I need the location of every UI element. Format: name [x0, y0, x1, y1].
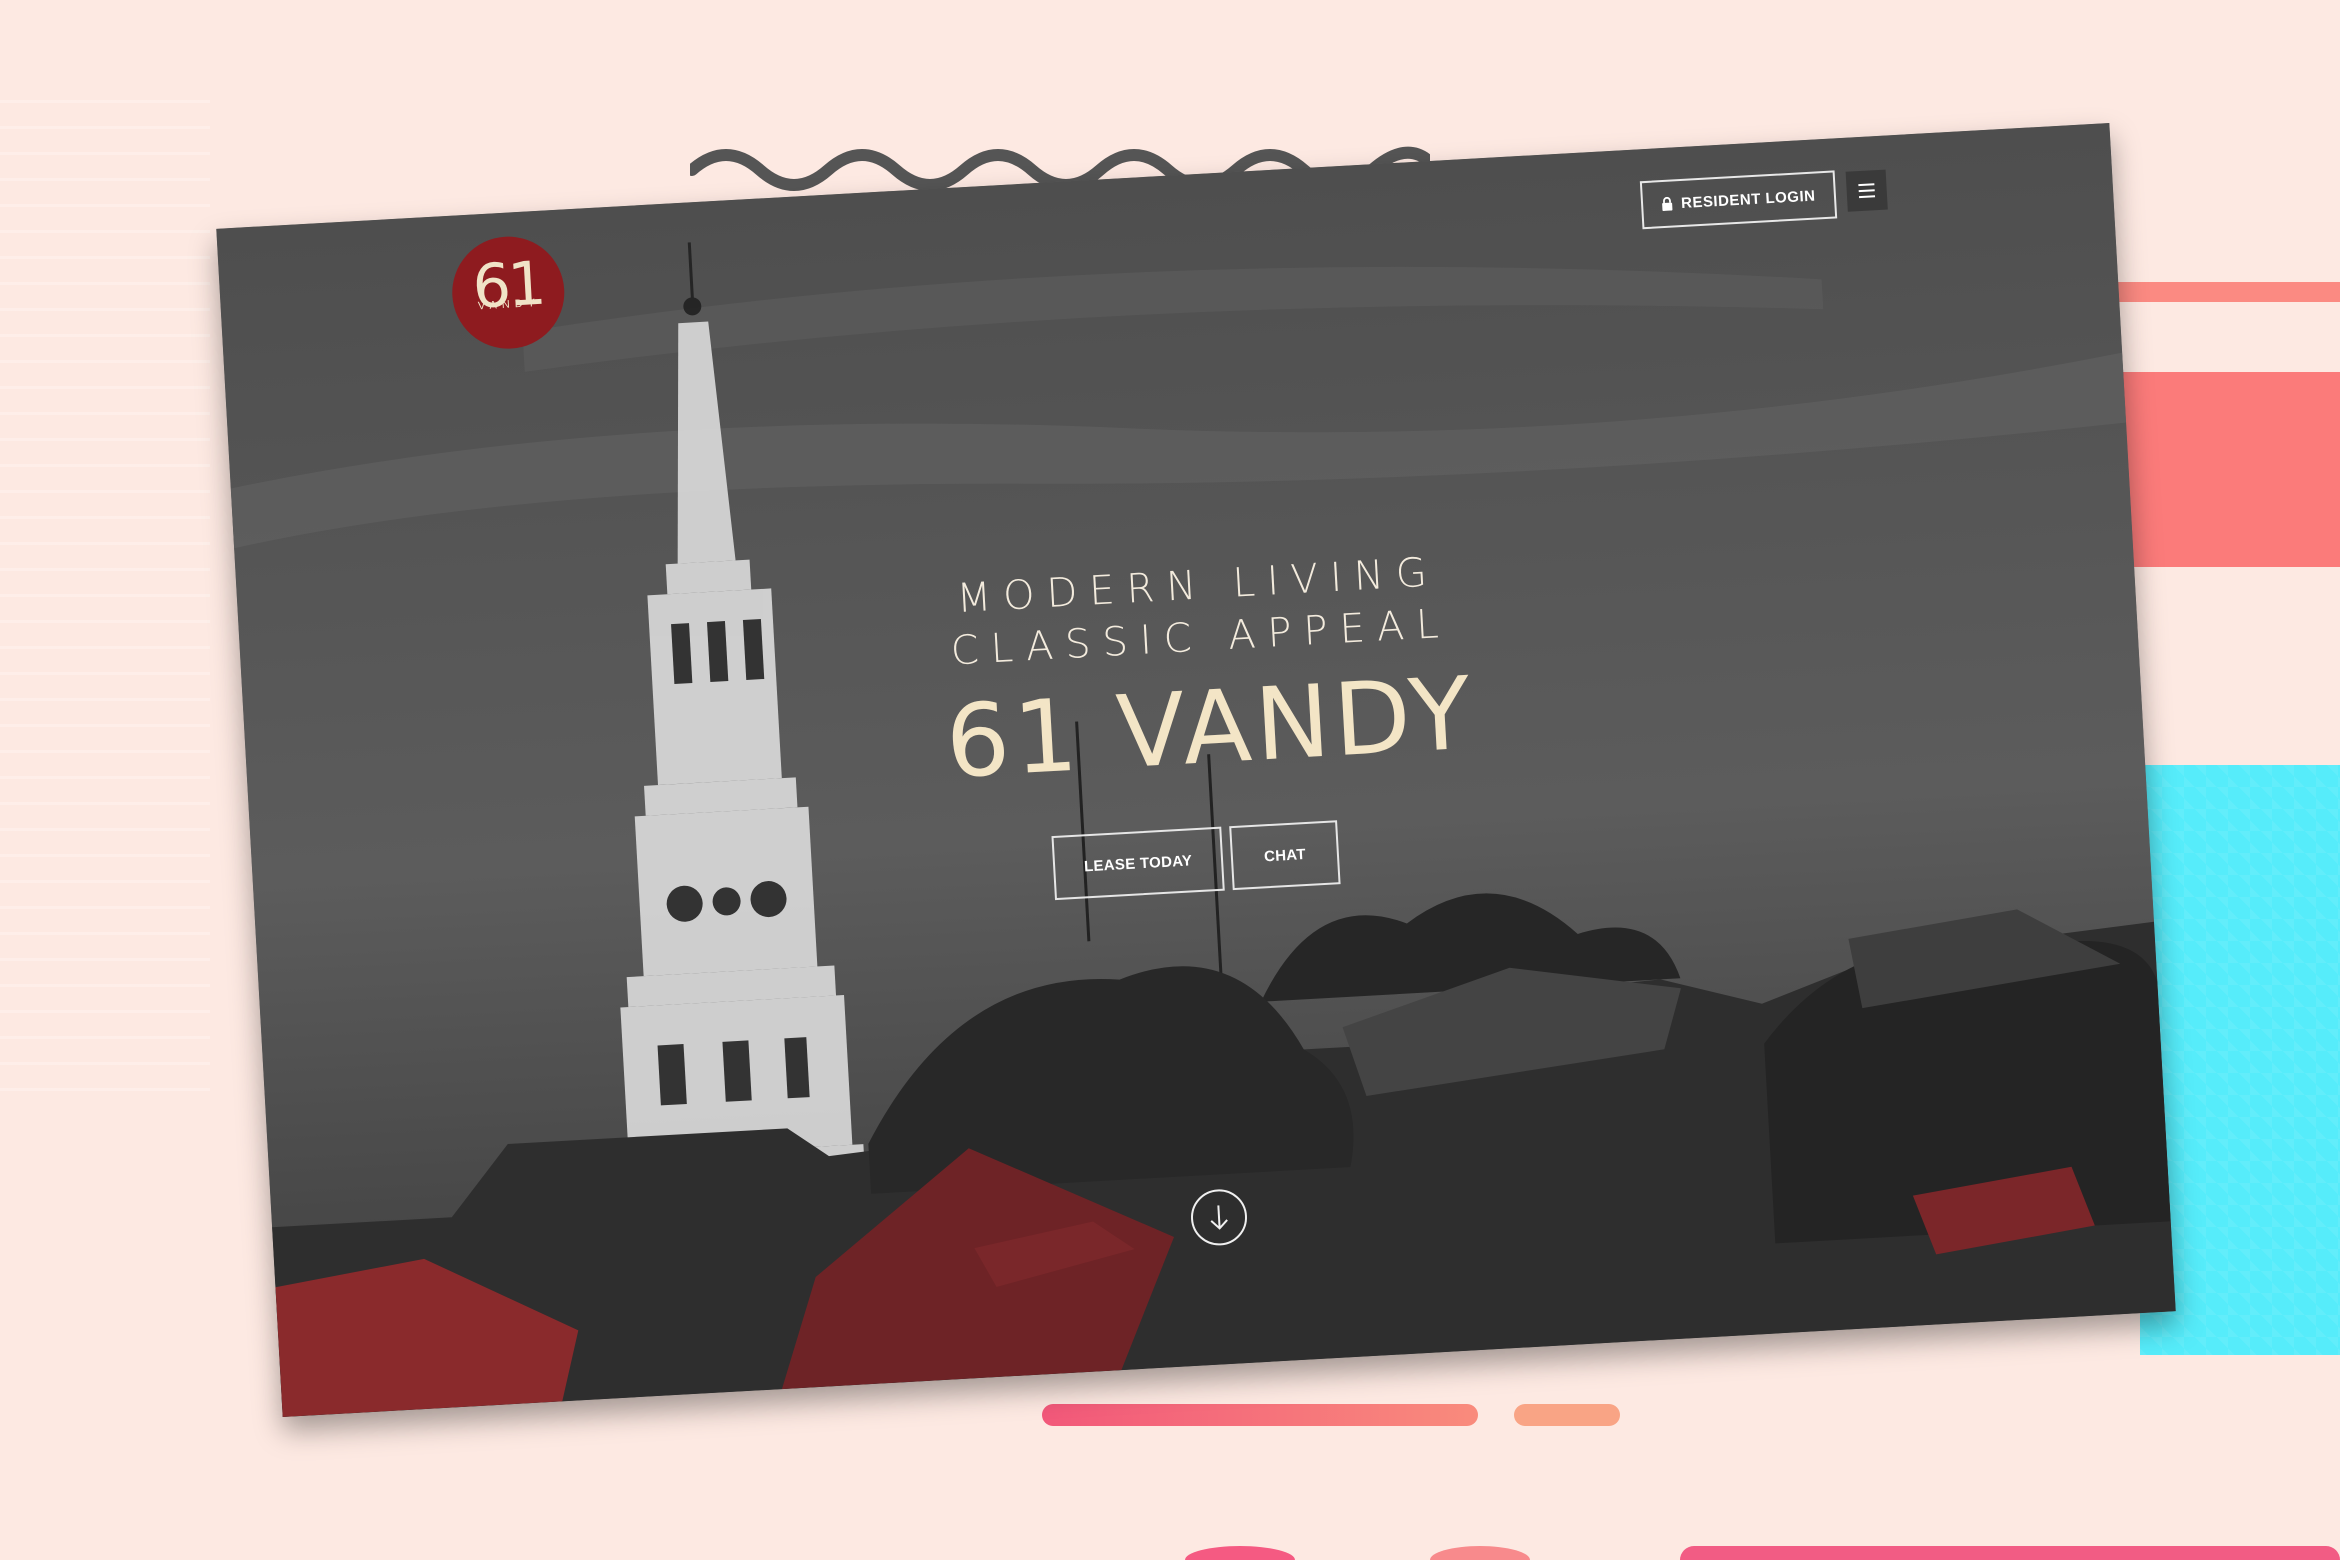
- menu-line: [1858, 183, 1875, 187]
- website-screenshot: 61 VANDY RESIDENT LOGIN MODERN LIVING CL…: [216, 123, 2176, 1417]
- lock-icon: [1661, 196, 1674, 212]
- menu-line: [1858, 189, 1875, 193]
- decor-bottom-arcs: [1185, 1546, 2340, 1560]
- menu-line: [1858, 195, 1876, 199]
- background-stripes: [0, 100, 210, 1100]
- resident-login-label: RESIDENT LOGIN: [1680, 187, 1816, 212]
- page: 61 VANDY RESIDENT LOGIN MODERN LIVING CL…: [0, 0, 2340, 1560]
- decor-bar-thin: [2100, 282, 2340, 302]
- arrow-down-circle-icon[interactable]: [1189, 1187, 1249, 1247]
- lease-today-button[interactable]: LEASE TODAY: [1051, 826, 1225, 901]
- hero-headline: MODERN LIVING CLASSIC APPEAL 61 VANDY: [937, 545, 1478, 801]
- chat-button[interactable]: CHAT: [1229, 820, 1341, 891]
- decor-pill-long: [1042, 1404, 1478, 1426]
- hamburger-menu-icon[interactable]: [1845, 169, 1888, 212]
- decor-pill-short: [1514, 1404, 1620, 1426]
- decor-bar-coral: [2120, 372, 2340, 567]
